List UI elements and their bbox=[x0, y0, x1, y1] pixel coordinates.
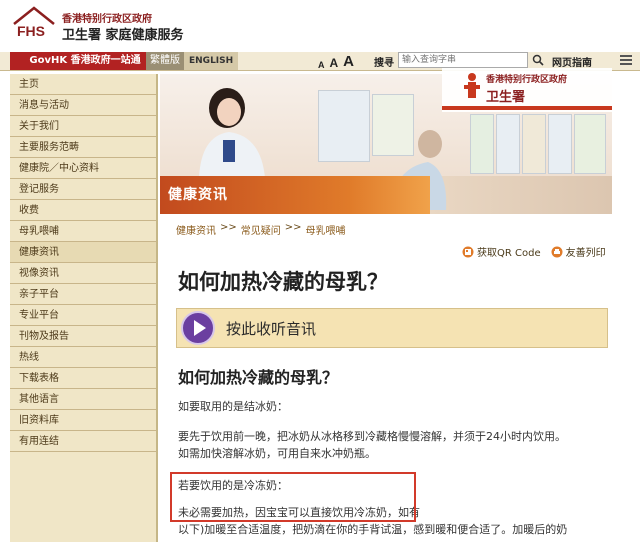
banner-poster-7 bbox=[574, 114, 606, 174]
play-audio-label[interactable]: 按此收听音讯 bbox=[226, 318, 316, 339]
paragraph-chilled-step-2: 以下)加暖至合适温度，把奶滴在你的手背试温，感到暖和便合适了。加暖后的奶 bbox=[178, 523, 568, 536]
sidebar-item-parenting[interactable]: 亲子平台 bbox=[10, 284, 156, 305]
sidebar-item-professional[interactable]: 专业平台 bbox=[10, 305, 156, 326]
lang-english[interactable]: ENGLISH bbox=[184, 52, 239, 70]
department-health-icon bbox=[464, 73, 480, 98]
search-label: 搜寻 bbox=[374, 58, 394, 69]
department-health-underline bbox=[442, 106, 612, 110]
sidebar-item-breastfeeding[interactable]: 母乳喂哺 bbox=[10, 221, 156, 242]
page-title: 如何加热冷藏的母乳？ bbox=[178, 269, 388, 294]
department-health-gov-title: 香港特别行政区政府 bbox=[486, 75, 568, 85]
menu-button[interactable] bbox=[618, 52, 634, 68]
breadcrumb-health-info[interactable]: 健康资讯 bbox=[176, 222, 216, 237]
breadcrumb: 健康资讯 >> 常见疑问 >> 母乳喂哺 bbox=[176, 222, 346, 237]
nurse-figure bbox=[199, 88, 265, 178]
sidebar-item-fees[interactable]: 收费 bbox=[10, 200, 156, 221]
search-icon bbox=[532, 54, 544, 66]
section-banner-title: 健康资讯 bbox=[168, 187, 228, 203]
sidebar-item-archive[interactable]: 旧资料库 bbox=[10, 410, 156, 431]
banner-poster-4 bbox=[496, 114, 520, 174]
banner-poster-6 bbox=[548, 114, 572, 174]
font-size-medium[interactable]: A bbox=[330, 56, 339, 70]
search-input[interactable] bbox=[398, 52, 528, 68]
font-size-small[interactable]: A bbox=[318, 60, 325, 70]
language-switcher: 繁體版 ENGLISH bbox=[146, 52, 239, 70]
sidebar-item-health-info[interactable]: 健康资讯 bbox=[10, 242, 156, 263]
banner-poster-3 bbox=[470, 114, 494, 174]
qr-code-button[interactable]: 获取QR Code bbox=[462, 244, 541, 259]
print-icon bbox=[551, 246, 563, 257]
highlight-box bbox=[170, 472, 416, 522]
sidebar-item-video[interactable]: 视像资讯 bbox=[10, 263, 156, 284]
paragraph-frozen-step-1: 要先于饮用前一晚，把冰奶从冰格移到冷藏格慢慢溶解，并须于24小时内饮用。 bbox=[178, 430, 566, 443]
print-label: 友善列印 bbox=[565, 248, 606, 259]
breadcrumb-faq[interactable]: 常见疑问 bbox=[241, 222, 281, 237]
site-header: FHS 香港特别行政区政府 卫生署 家庭健康服务 bbox=[0, 0, 640, 50]
page-tools: 获取QR Code 友善列印 bbox=[462, 244, 606, 259]
sidebar-item-hotline[interactable]: 热线 bbox=[10, 347, 156, 368]
sidebar-item-forms[interactable]: 下载表格 bbox=[10, 368, 156, 389]
sidebar-menu: 主页 消息与活动 关于我们 主要服务范畴 健康院／中心资料 登记服务 收费 母乳… bbox=[10, 74, 158, 542]
site-guide-link[interactable]: 网页指南 bbox=[552, 54, 592, 69]
section-title: 如何加热冷藏的母乳？ bbox=[178, 368, 339, 387]
qr-code-icon bbox=[462, 246, 474, 257]
sidebar-item-registration[interactable]: 登记服务 bbox=[10, 179, 156, 200]
fhs-logo[interactable]: FHS bbox=[12, 6, 56, 39]
breadcrumb-separator: >> bbox=[220, 222, 237, 233]
font-size-controls: A A A bbox=[318, 50, 354, 70]
gov-title: 香港特别行政区政府 bbox=[62, 14, 152, 25]
breadcrumb-breastfeeding[interactable]: 母乳喂哺 bbox=[306, 222, 346, 237]
play-audio-icon[interactable] bbox=[180, 310, 216, 346]
paragraph-frozen-step-2: 如需加快溶解冰奶，可用自来水冲奶瓶。 bbox=[178, 447, 376, 460]
sidebar-item-centres[interactable]: 健康院／中心资料 bbox=[10, 158, 156, 179]
govhk-link[interactable]: GovHK 香港政府一站通 bbox=[10, 52, 160, 70]
menu-icon bbox=[620, 55, 632, 65]
qr-code-label: 获取QR Code bbox=[477, 248, 541, 259]
sidebar-item-about[interactable]: 关于我们 bbox=[10, 116, 156, 137]
print-button[interactable]: 友善列印 bbox=[551, 244, 606, 259]
paragraph-frozen-heading: 如要取用的是结冰奶： bbox=[178, 400, 288, 413]
sidebar-item-news[interactable]: 消息与活动 bbox=[10, 95, 156, 116]
breadcrumb-separator: >> bbox=[284, 222, 302, 233]
sidebar-item-languages[interactable]: 其他语言 bbox=[10, 389, 156, 410]
font-size-large[interactable]: A bbox=[343, 53, 354, 70]
sidebar-item-home[interactable]: 主页 bbox=[10, 74, 156, 95]
site-title: 卫生署 家庭健康服务 bbox=[62, 28, 184, 43]
lang-traditional-chinese[interactable]: 繁體版 bbox=[146, 52, 184, 70]
search-button[interactable] bbox=[530, 52, 546, 68]
sidebar-item-links[interactable]: 有用连结 bbox=[10, 431, 156, 452]
logo-text: FHS bbox=[17, 23, 45, 38]
department-health-title: 卫生署 bbox=[486, 90, 526, 105]
sidebar-item-services[interactable]: 主要服务范畴 bbox=[10, 137, 156, 158]
sidebar-item-publications[interactable]: 刊物及报告 bbox=[10, 326, 156, 347]
banner-poster-5 bbox=[522, 114, 546, 174]
